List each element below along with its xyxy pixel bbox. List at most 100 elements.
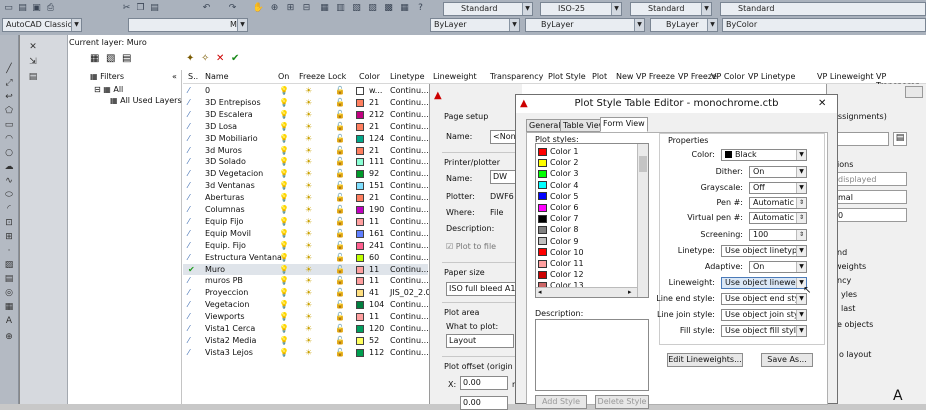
ellipse-icon[interactable]: ⬭ (3, 189, 15, 201)
plot-style-item[interactable]: Color 12 (538, 269, 584, 280)
layer-name[interactable]: Equip Movil (205, 229, 251, 238)
unlock-icon[interactable]: 🔓 (335, 169, 345, 178)
markup-icon[interactable]: ▩ (382, 2, 395, 15)
bulb-icon[interactable]: 💡 (279, 348, 289, 357)
layer-name[interactable]: muros PB (205, 276, 243, 285)
column-header[interactable]: Lineweight (433, 72, 477, 81)
revcloud-icon[interactable]: ☁ (3, 161, 15, 173)
linetype-value[interactable]: Continu... (390, 98, 429, 107)
property-value[interactable]: Use object end style ▼ (721, 293, 807, 305)
insert-block-icon[interactable]: ⊡ (3, 217, 15, 229)
bulb-icon[interactable]: 💡 (279, 110, 289, 119)
layer-name[interactable]: 3D Vegetacion (205, 169, 263, 178)
plot-style-item[interactable]: Color 3 (538, 168, 579, 179)
linetype-value[interactable]: Continu... (390, 265, 429, 274)
sun-icon[interactable]: ☀ (305, 205, 312, 214)
column-header[interactable]: VP Lineweight (817, 72, 873, 81)
print-icon[interactable]: ⎙ (44, 2, 57, 15)
property-value[interactable]: Automatic ⇕ (749, 197, 807, 209)
table-row[interactable]: ⁄ Vista2 Media 💡 ☀ 🔓 52 Continu... (183, 335, 429, 347)
linetype-value[interactable]: Continu... (390, 348, 429, 357)
property-value[interactable]: On ▼ (749, 261, 807, 273)
table-row[interactable]: ⁄ 3D Losa 💡 ☀ 🔓 21 Continu... (183, 121, 429, 133)
column-header[interactable]: New VP Freeze (616, 72, 675, 81)
help-icon[interactable]: ? (414, 2, 427, 15)
zoom-window-icon[interactable]: ⊞ (284, 2, 297, 15)
rectangle-icon[interactable]: ▭ (3, 119, 15, 131)
plot-style-item[interactable]: Color 1 (538, 146, 579, 157)
collapse-icon[interactable]: « (172, 72, 177, 81)
bulb-icon[interactable]: 💡 (279, 181, 289, 190)
pan-icon[interactable]: ✋ (252, 2, 265, 15)
bulb-icon[interactable]: 💡 (279, 146, 289, 155)
layer-name[interactable]: Vista3 Lejos (205, 348, 253, 357)
property-value[interactable]: Automatic ⇕ (749, 212, 807, 224)
sun-icon[interactable]: ☀ (305, 253, 312, 262)
unlock-icon[interactable]: 🔓 (335, 134, 345, 143)
table-row[interactable]: ⁄ Viewports 💡 ☀ 🔓 11 Continu... (183, 311, 429, 323)
bulb-icon[interactable]: 💡 (279, 229, 289, 238)
bulb-icon[interactable]: 💡 (279, 98, 289, 107)
sun-icon[interactable]: ☀ (305, 324, 312, 333)
unlock-icon[interactable]: 🔓 (335, 348, 345, 357)
sun-icon[interactable]: ☀ (305, 193, 312, 202)
sun-icon[interactable]: ☀ (305, 312, 312, 321)
unlock-icon[interactable]: 🔓 (335, 110, 345, 119)
table-row[interactable]: ⁄ 3D Entrepisos 💡 ☀ 🔓 21 Continu... (183, 97, 429, 109)
edit-lineweights-button[interactable]: Edit Lineweights... (667, 353, 743, 367)
sun-icon[interactable]: ☀ (305, 217, 312, 226)
linetype-value[interactable]: Continu... (390, 169, 429, 178)
tree-all[interactable]: ⊟ ▦ All (94, 85, 123, 94)
open-icon[interactable]: ▤ (16, 2, 29, 15)
layer-states-icon[interactable]: ▤ (122, 53, 131, 64)
polygon-icon[interactable]: ⬠ (3, 105, 15, 117)
property-value[interactable]: 100 ⇕ (749, 229, 807, 241)
shade-combo[interactable]: displayed (827, 172, 907, 186)
paste-icon[interactable]: ▤ (148, 2, 161, 15)
layer-name[interactable]: Equip. Fijo (205, 241, 246, 250)
linetype-value[interactable]: JIS_02_2.0 (390, 288, 431, 297)
paper-size-field[interactable]: ISO full bleed A1 (84 (446, 282, 522, 296)
linetype-value[interactable]: Continu... (390, 241, 429, 250)
layer-name[interactable]: Estructura Ventana (205, 253, 282, 262)
unlock-icon[interactable]: 🔓 (335, 122, 345, 131)
line-icon[interactable]: ╱ (3, 63, 15, 75)
new-group-filter-icon[interactable]: ▧ (106, 53, 115, 64)
redo-icon[interactable]: ↷ (226, 2, 239, 15)
unlock-icon[interactable]: 🔓 (335, 276, 345, 285)
delete-layer-icon[interactable]: ✕ (216, 53, 224, 64)
unlock-icon[interactable]: 🔓 (335, 157, 345, 166)
tool-palettes-icon[interactable]: ▧ (350, 2, 363, 15)
save-icon[interactable]: ▣ (30, 2, 43, 15)
table-row[interactable]: ⁄ 3d Muros 💡 ☀ 🔓 21 Continu... (183, 145, 429, 157)
bulb-icon[interactable]: 💡 (279, 324, 289, 333)
point-icon[interactable]: · (3, 245, 15, 257)
table-row[interactable]: ⁄ 3D Solado 💡 ☀ 🔓 111 Continu... (183, 156, 429, 168)
linetype-value[interactable]: Continu... (390, 122, 429, 131)
sun-icon[interactable]: ☀ (305, 336, 312, 345)
construction-line-icon[interactable]: ⤢ (3, 77, 15, 89)
layer-name[interactable]: Muro (205, 265, 225, 274)
polyline-icon[interactable]: ↩ (3, 91, 15, 103)
bulb-icon[interactable]: 💡 (279, 312, 289, 321)
color-bylayer-combo[interactable]: ByLayer ▼ (430, 18, 520, 32)
column-header[interactable]: Lock (328, 72, 346, 81)
new-layer-vp-frozen-icon[interactable]: ✧ (201, 53, 209, 64)
linetype-value[interactable]: Continu... (390, 253, 429, 262)
calculator-icon[interactable]: ▦ (398, 2, 411, 15)
linetype-value[interactable]: Continu... (390, 205, 429, 214)
layer-name[interactable]: Columnas (205, 205, 245, 214)
sun-icon[interactable]: ☀ (305, 288, 312, 297)
spline-icon[interactable]: ∿ (3, 175, 15, 187)
column-header[interactable]: VP Linetype (748, 72, 795, 81)
sun-icon[interactable]: ☀ (305, 98, 312, 107)
layer-name[interactable]: 3d Ventanas (205, 181, 255, 190)
sun-icon[interactable]: ☀ (305, 300, 312, 309)
plot-style-item[interactable]: Color 11 (538, 258, 584, 269)
scroll-right-icon[interactable]: ▸ (628, 288, 632, 296)
table-row[interactable]: ⁄ 3d Ventanas 💡 ☀ 🔓 151 Continu... (183, 180, 429, 192)
plot-style-item[interactable]: Color 4 (538, 180, 579, 191)
plot-styles-list[interactable]: Color 1 Color 2 Color 3 Color 4 Color 5 Color… (535, 143, 649, 298)
scrollbar-thumb[interactable] (639, 156, 647, 172)
linetype-value[interactable]: Continu... (390, 157, 429, 166)
